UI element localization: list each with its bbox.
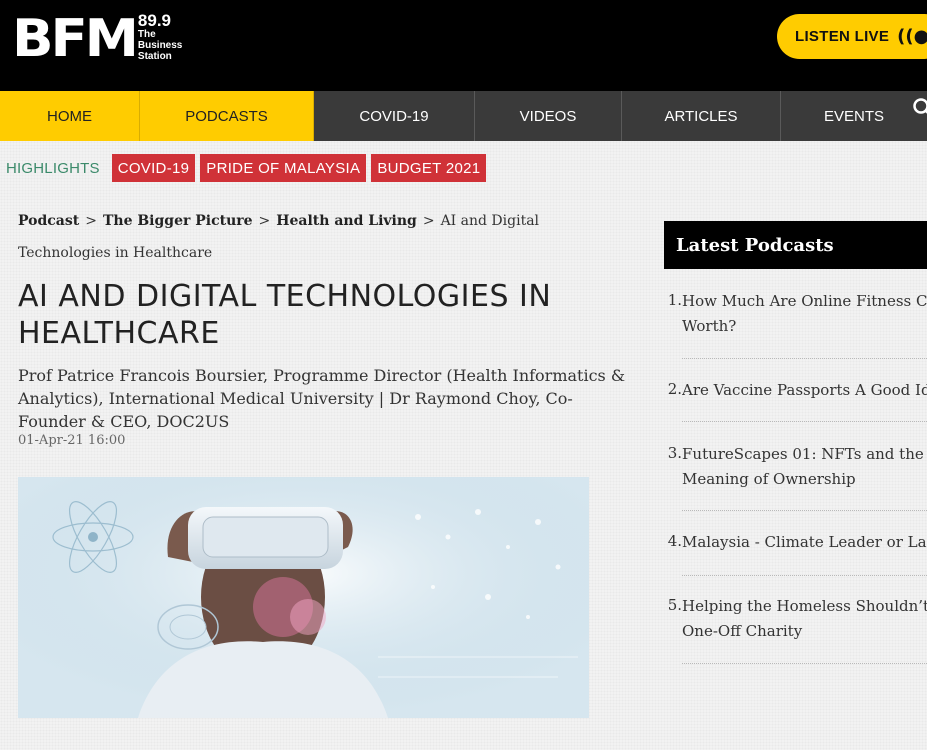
site-header: BFM 89.9 The Business Station LISTEN LIV… bbox=[0, 0, 927, 91]
highlights-bar: HIGHLIGHTS COVID-19 PRIDE OF MALAYSIA BU… bbox=[6, 154, 491, 182]
nav-item-home[interactable]: HOME bbox=[0, 91, 140, 141]
nav-item-articles[interactable]: ARTICLES bbox=[622, 91, 781, 141]
logo-tagline-2: Business bbox=[137, 40, 183, 51]
nav-item-covid19[interactable]: COVID-19 bbox=[314, 91, 475, 141]
nav-item-label: ARTICLES bbox=[664, 107, 738, 125]
bfm-logo[interactable]: BFM 89.9 The Business Station bbox=[12, 8, 182, 70]
divider bbox=[682, 421, 927, 422]
listen-live-button[interactable]: LISTEN LIVE ((●)) bbox=[777, 14, 927, 59]
vr-headset-illustration bbox=[18, 477, 589, 718]
article-byline: Prof Patrice Francois Boursier, Programm… bbox=[18, 366, 626, 431]
list-number: 2. bbox=[667, 380, 682, 398]
breadcrumb: Podcast > The Bigger Picture > Health and Li… bbox=[18, 205, 628, 269]
highlight-tag-covid19[interactable]: COVID-19 bbox=[111, 154, 196, 182]
podcast-title-line: Meaning of Ownership bbox=[682, 470, 856, 488]
podcast-title-line: FutureScapes 01: NFTs and the bbox=[682, 445, 924, 463]
breadcrumb-separator: > bbox=[85, 213, 97, 229]
radio-broadcast-icon: ((●)) bbox=[897, 26, 927, 47]
highlight-tag-pride-of-malaysia[interactable]: PRIDE OF MALAYSIA bbox=[200, 154, 367, 182]
podcast-title-line: Helping the Homeless Shouldn’t Be bbox=[682, 597, 927, 615]
divider bbox=[682, 663, 927, 664]
logo-wordmark: BFM bbox=[12, 9, 139, 69]
logo-side: 89.9 The Business Station bbox=[138, 12, 182, 62]
list-number: 4. bbox=[667, 532, 682, 550]
list-number: 5. bbox=[667, 596, 682, 614]
breadcrumb-separator: > bbox=[258, 213, 271, 229]
nav-item-events[interactable]: EVENTS bbox=[781, 91, 927, 141]
list-number: 1. bbox=[667, 291, 682, 309]
nav-item-label: COVID-19 bbox=[359, 107, 429, 125]
divider bbox=[682, 575, 927, 576]
nav-item-label: HOME bbox=[47, 107, 92, 125]
podcast-title-line: Worth? bbox=[682, 317, 737, 335]
nav-item-podcasts[interactable]: PODCASTS bbox=[140, 91, 314, 141]
podcast-title-line: Malaysia - Climate Leader or Laggard? bbox=[682, 533, 927, 551]
main-nav: HOME PODCASTS COVID-19 VIDEOS ARTICLES E… bbox=[0, 91, 927, 141]
nav-item-label: EVENTS bbox=[823, 107, 884, 125]
breadcrumb-item-bigger-picture[interactable]: The Bigger Picture bbox=[103, 213, 253, 229]
article-hero-image bbox=[18, 477, 589, 718]
breadcrumb-separator: > bbox=[422, 213, 435, 229]
logo-tagline-1: The bbox=[137, 29, 156, 40]
breadcrumb-item-health-living[interactable]: Health and Living bbox=[276, 213, 417, 229]
highlights-label: HIGHLIGHTS bbox=[6, 159, 100, 177]
highlight-tag-budget-2021[interactable]: BUDGET 2021 bbox=[371, 154, 487, 182]
nav-item-label: PODCASTS bbox=[185, 107, 268, 125]
page-title: AI AND DIGITAL TECHNOLOGIES IN HEALTHCAR… bbox=[18, 279, 552, 351]
list-number: 3. bbox=[667, 444, 682, 462]
nav-item-videos[interactable]: VIDEOS bbox=[475, 91, 622, 141]
nav-item-label: VIDEOS bbox=[519, 107, 577, 125]
breadcrumb-item-podcast[interactable]: Podcast bbox=[18, 213, 79, 229]
divider bbox=[682, 510, 927, 511]
podcast-title-line: Are Vaccine Passports A Good Idea? bbox=[682, 381, 927, 399]
search-icon[interactable] bbox=[912, 97, 927, 117]
listen-live-label: LISTEN LIVE bbox=[795, 28, 890, 45]
podcast-title-line: How Much Are Online Fitness Classes bbox=[682, 292, 927, 310]
podcast-title-line: One-Off Charity bbox=[682, 622, 803, 640]
divider bbox=[682, 358, 927, 359]
logo-tagline-3: Station bbox=[137, 51, 172, 62]
latest-podcasts-heading: Latest Podcasts bbox=[664, 221, 927, 269]
article-date: 01-Apr-21 16:00 bbox=[18, 433, 126, 448]
logo-frequency: 89.9 bbox=[137, 11, 171, 30]
